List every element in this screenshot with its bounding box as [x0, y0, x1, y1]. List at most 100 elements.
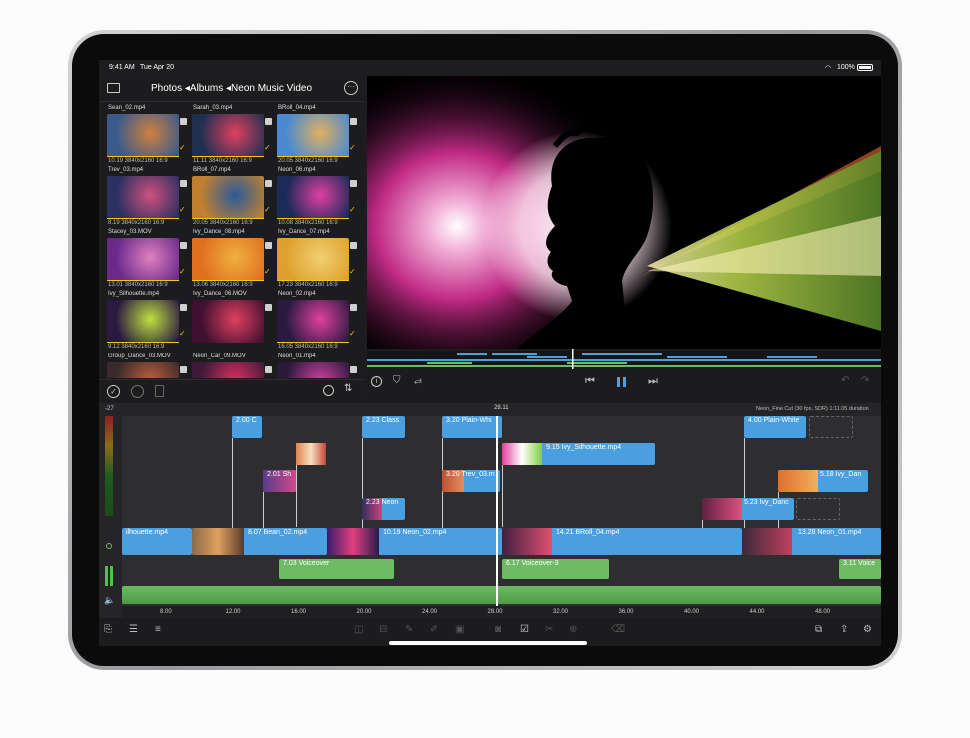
media-thumbnail[interactable]: Trev_03.mp4 ✓ 8.19 3840x2160 16:9 — [107, 167, 189, 230]
select-box-icon[interactable] — [350, 118, 357, 125]
more-options-icon[interactable]: ··· — [344, 81, 358, 95]
media-thumbnail[interactable]: Stacey_03.MOV ✓ 13.01 3840x2160 16:9 — [107, 229, 189, 292]
audio-clip[interactable]: 7.03 Voiceover — [279, 559, 394, 579]
select-box-icon[interactable] — [265, 242, 272, 249]
select-box-icon[interactable] — [180, 180, 187, 187]
video-clip[interactable]: 2.01 Sh — [263, 470, 296, 492]
pause-icon[interactable] — [617, 377, 620, 387]
settings-gear-icon[interactable]: ⚙ — [863, 624, 872, 635]
audio-mix-icon[interactable]: ⥄ — [414, 375, 422, 386]
target-icon[interactable]: ⊕ — [569, 624, 577, 635]
title-clip[interactable]: 2.00 C — [232, 416, 262, 438]
layout-icon[interactable]: ⧉ — [815, 624, 822, 635]
speaker-icon[interactable]: 🔈 — [104, 595, 115, 606]
sort-icon[interactable]: ⇅ — [344, 383, 352, 394]
thumbnail-image — [107, 176, 179, 219]
video-clip[interactable]: 3.20 Trev_03.m — [442, 470, 500, 492]
select-box-icon[interactable] — [265, 304, 272, 311]
select-box-icon[interactable] — [350, 242, 357, 249]
media-thumbnail[interactable]: Neon_02.mp4 ✓ 16.05 3840x2160 16:9 — [277, 291, 359, 354]
primary-clip[interactable]: ilhouette.mp4 — [122, 528, 192, 555]
select-box-icon[interactable] — [180, 366, 187, 373]
empty-clip-placeholder[interactable] — [796, 498, 840, 520]
tool-icon-2[interactable]: ⊟ — [379, 624, 387, 635]
select-box-icon[interactable] — [350, 366, 357, 373]
checkmark-icon: ✓ — [179, 143, 186, 152]
media-thumbnail[interactable]: BRoll_07.mp4 ✓ 20.05 3840x2160 16:9 — [192, 167, 274, 230]
delete-icon[interactable]: ⌫ — [611, 624, 625, 635]
transition-icon[interactable]: ▣ — [455, 624, 464, 635]
track-toggle-icon[interactable] — [106, 543, 112, 549]
media-thumbnail[interactable]: BRoll_04.mp4 ✓ 20.05 3840x2160 16:9 — [277, 105, 359, 168]
scissors-icon[interactable]: ✂ — [545, 624, 553, 635]
project-info: Neon_Fine Cut (30 fps, SDR) 1:11.05 dura… — [756, 406, 869, 412]
title-clip[interactable]: 3.20 Plain-Whi — [442, 416, 502, 438]
info-icon[interactable]: i — [371, 376, 382, 387]
record-icon[interactable] — [131, 385, 144, 398]
media-thumbnail[interactable]: Neon_06.mp4 ✓ 10.08 3840x2160 16:9 — [277, 167, 359, 230]
marker-icon[interactable]: ⛉ — [393, 375, 401, 386]
select-box-icon[interactable] — [265, 118, 272, 125]
video-clip[interactable]: 9.15 Ivy_Silhouette.mp4 — [502, 443, 655, 465]
video-clip[interactable]: 5.18 Ivy_Dan — [778, 470, 868, 492]
connection-line — [263, 492, 264, 528]
share-project-icon[interactable]: ⎘ — [104, 624, 112, 635]
media-thumbnail[interactable]: Sean_02.mp4 ✓ 10.19 3840x2160 16:9 — [107, 105, 189, 168]
title-clip[interactable]: 4.00 Plain-White — [744, 416, 806, 438]
media-thumbnail[interactable]: Sarah_03.mp4 ✓ 11.11 3840x2160 16:9 — [192, 105, 274, 168]
check-icon[interactable]: ☑ — [520, 624, 529, 635]
music-track[interactable] — [122, 586, 881, 604]
title-clip[interactable]: 2.23 Class — [362, 416, 405, 438]
skip-forward-icon[interactable]: ⏭ — [648, 375, 658, 388]
undo-icon[interactable]: ↶ — [841, 375, 849, 386]
brush-icon[interactable]: ✐ — [430, 624, 438, 635]
select-box-icon[interactable] — [265, 180, 272, 187]
home-indicator[interactable] — [389, 641, 587, 645]
media-thumbnail[interactable]: Ivy_Dance_08.mp4 ✓ 13.06 3840x2160 16:9 — [192, 229, 274, 292]
list-icon[interactable]: ≡ — [155, 624, 161, 635]
select-check-icon[interactable]: ✓ — [107, 385, 120, 398]
inspector-icon[interactable]: ☰ — [129, 624, 138, 635]
camera-icon[interactable]: ◙ — [495, 624, 501, 635]
thumbnail-image — [107, 114, 179, 157]
audio-clip[interactable]: 3.11 Voice — [839, 559, 881, 579]
video-clip[interactable]: 5.23 Ivy_Danc — [702, 498, 794, 520]
tool-icon-1[interactable]: ◫ — [354, 624, 363, 635]
used-indicator — [277, 218, 349, 219]
select-box-icon[interactable] — [350, 180, 357, 187]
select-box-icon[interactable] — [180, 242, 187, 249]
video-viewer[interactable] — [367, 76, 881, 349]
media-thumbnail[interactable]: Ivy_Silhouette.mp4 ✓ 9.12 3840x2160 16:9 — [107, 291, 189, 354]
export-icon[interactable]: ⇪ — [840, 624, 848, 635]
redo-icon[interactable]: ↷ — [861, 375, 869, 386]
primary-clip[interactable]: 8.07 Bean_02.mp4 — [192, 528, 327, 555]
empty-clip-placeholder[interactable] — [809, 416, 853, 438]
audio-clip[interactable]: 6.17 Voiceover-3 — [502, 559, 609, 579]
media-thumbnail[interactable]: Group_Dance_03.MOV — [107, 353, 189, 378]
media-name: Stacey_03.MOV — [108, 229, 152, 235]
album-breadcrumb[interactable]: Photos ◂Albums ◂Neon Music Video — [99, 83, 364, 94]
playhead[interactable] — [496, 416, 498, 606]
time-ruler[interactable]: 8.00 12.00 16.00 20.00 24.00 28.00 32.00 36.00 4… — [122, 606, 881, 618]
primary-clip[interactable]: 14.21 BRoll_04.mp4 — [502, 528, 742, 555]
trash-icon[interactable] — [155, 385, 164, 397]
media-meta: 13.01 3840x2160 16:9 — [108, 282, 168, 288]
media-thumbnail[interactable]: Ivy_Dance_07.mp4 ✓ 17.23 3840x2160 16:9 — [277, 229, 359, 292]
pen-icon[interactable]: ✎ — [405, 624, 413, 635]
clip-thumbnail[interactable] — [296, 443, 326, 465]
search-icon[interactable] — [323, 385, 334, 396]
timeline-overview[interactable] — [367, 349, 881, 369]
primary-clip[interactable]: 13.28 Neon_01.mp4 — [742, 528, 881, 555]
primary-clip[interactable]: 10.19 Neon_02.mp4 — [327, 528, 502, 555]
select-box-icon[interactable] — [180, 118, 187, 125]
media-thumbnail[interactable]: Neon_Car_09.MOV — [192, 353, 274, 378]
media-thumbnail[interactable]: Neon_01.mp4 — [277, 353, 359, 378]
media-thumbnail[interactable]: Ivy_Dance_06.MOV — [192, 291, 274, 354]
skip-back-icon[interactable]: ⏮ — [585, 375, 595, 388]
used-indicator — [192, 156, 264, 157]
select-box-icon[interactable] — [180, 304, 187, 311]
select-box-icon[interactable] — [265, 366, 272, 373]
video-clip[interactable]: 2.23 Neon — [362, 498, 405, 520]
ruler-tick-label: 16.00 — [291, 609, 307, 615]
select-box-icon[interactable] — [350, 304, 357, 311]
